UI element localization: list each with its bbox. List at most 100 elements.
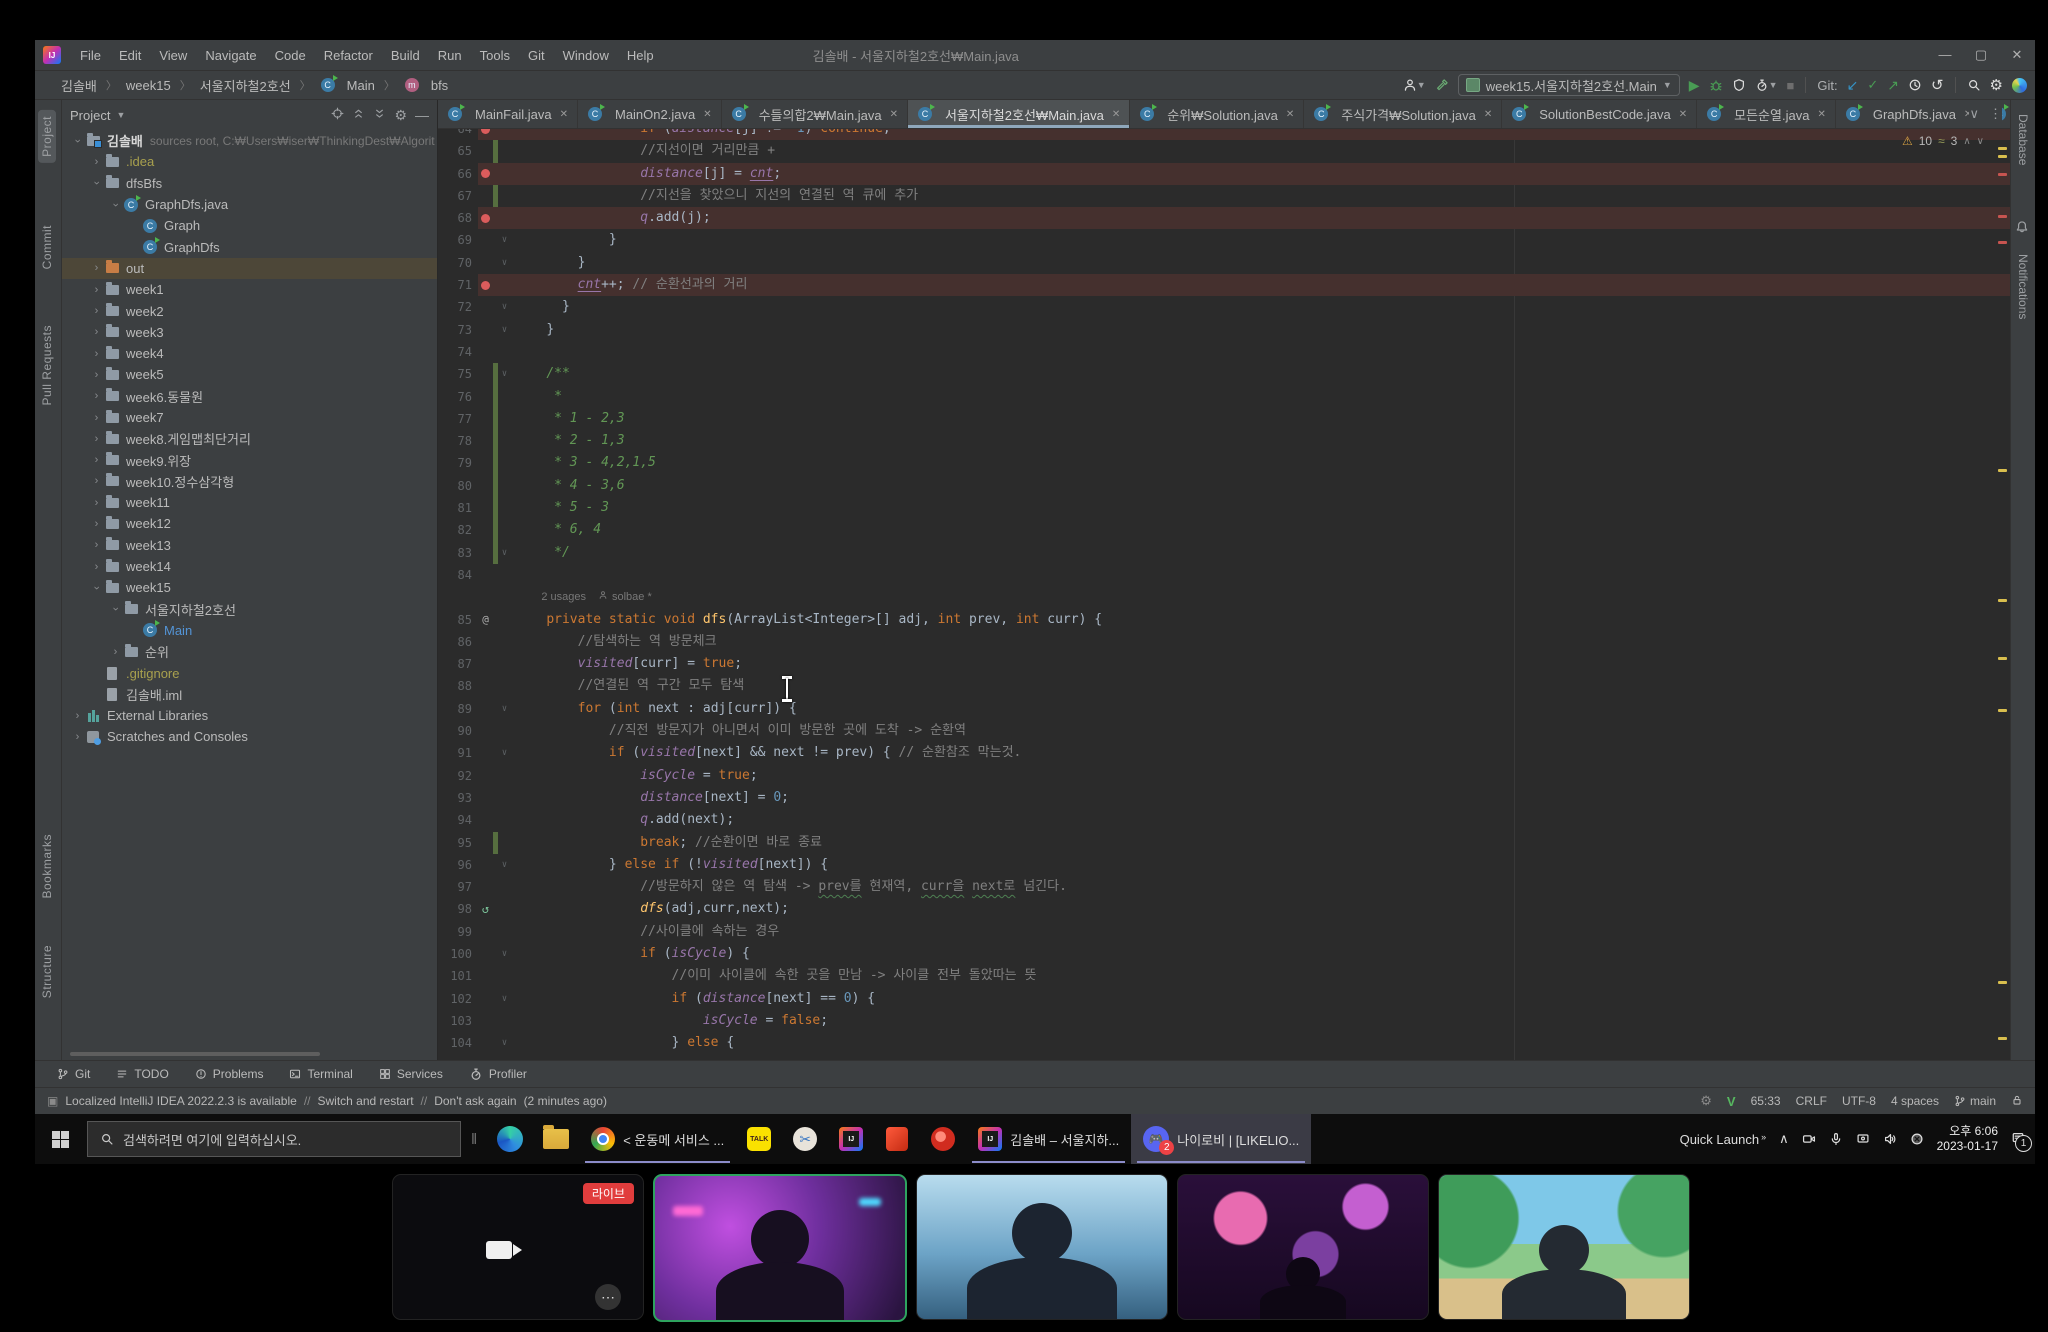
code-line[interactable]: 74 xyxy=(438,341,2010,363)
taskbar-snip-icon[interactable]: ✂ xyxy=(782,1114,828,1164)
line-separator[interactable]: CRLF xyxy=(1796,1094,1827,1108)
fold-icon[interactable] xyxy=(498,207,511,229)
editor-tab[interactable]: CSolutionBestCode.java✕ xyxy=(1502,100,1697,128)
fold-icon[interactable] xyxy=(498,430,511,452)
breadcrumb-item[interactable]: 김솔배 xyxy=(61,76,97,95)
breakpoint-icon[interactable] xyxy=(481,169,490,178)
gutter-icons[interactable] xyxy=(478,742,493,764)
tree-chevron-icon[interactable]: › xyxy=(91,580,103,595)
code-line[interactable]: 88 //연결된 역 구간 모두 탐색 xyxy=(438,675,2010,697)
tree-chevron-icon[interactable]: › xyxy=(72,133,84,148)
typo-count[interactable]: 3 xyxy=(1951,134,1958,148)
gutter-icons[interactable] xyxy=(478,386,493,408)
gutter-icons[interactable] xyxy=(478,653,493,675)
tree-chevron-icon[interactable]: › xyxy=(89,561,104,573)
gutter-icons[interactable]: ↺ xyxy=(478,898,493,920)
code-line[interactable]: 99 //사이클에 속하는 경우 xyxy=(438,921,2010,943)
line-number[interactable]: 79 xyxy=(438,452,478,474)
tree-item[interactable]: ›김솔배sources root, C:₩Users₩iser₩Thinking… xyxy=(62,130,437,151)
line-number[interactable]: 65 xyxy=(438,140,478,162)
code-line[interactable]: 72∨ } xyxy=(438,296,2010,318)
code-line[interactable]: 82 * 6, 4 xyxy=(438,519,2010,541)
gutter-icons[interactable] xyxy=(478,185,493,207)
tab-close-icon[interactable]: ✕ xyxy=(703,109,711,120)
line-number[interactable]: 86 xyxy=(438,631,478,653)
fold-icon[interactable] xyxy=(498,341,511,363)
gutter-icons[interactable] xyxy=(478,452,493,474)
gutter-icons[interactable] xyxy=(478,341,493,363)
gutter-icons[interactable] xyxy=(478,876,493,898)
line-number[interactable]: 99 xyxy=(438,921,478,943)
screen-share-thumbnail[interactable]: 라이브⋯ xyxy=(392,1174,644,1320)
breadcrumb-item[interactable]: 서울지하철2호선 xyxy=(200,76,291,95)
code-line[interactable]: 68 q.add(j); xyxy=(438,207,2010,229)
line-number[interactable]: 96 xyxy=(438,854,478,876)
action-center-icon[interactable]: 1 xyxy=(2011,1131,2025,1148)
line-number[interactable]: 77 xyxy=(438,408,478,430)
code-line[interactable]: 90 //직전 방문지가 아니면서 이미 방문한 곳에 도착 -> 순환역 xyxy=(438,720,2010,742)
gutter-icons[interactable] xyxy=(478,207,493,229)
run-configuration-select[interactable]: week15.서울지하철2호선.Main▼ xyxy=(1458,74,1680,96)
code-line[interactable]: 64 if (distance[j] != -1) continue; xyxy=(438,129,2010,140)
code-line[interactable]: 103 isCycle = false; xyxy=(438,1010,2010,1032)
code-line[interactable]: 76 * xyxy=(438,386,2010,408)
webcam-thumbnail[interactable] xyxy=(1177,1174,1429,1320)
tab-close-icon[interactable]: ✕ xyxy=(1286,109,1294,120)
taskbar-intellij-window[interactable]: IJ김솔배 – 서울지하... xyxy=(966,1114,1131,1164)
tree-chevron-icon[interactable]: › xyxy=(70,731,85,743)
tree-chevron-icon[interactable]: › xyxy=(89,305,104,317)
tree-chevron-icon[interactable]: › xyxy=(89,433,104,445)
line-number[interactable]: 78 xyxy=(438,430,478,452)
fold-icon[interactable] xyxy=(498,163,511,185)
editor-tab[interactable]: C주식가격₩Solution.java✕ xyxy=(1304,100,1502,128)
breadcrumb-item[interactable]: week15 xyxy=(126,78,171,93)
error-stripe-mark[interactable] xyxy=(1998,469,2007,472)
fold-icon[interactable] xyxy=(498,129,511,140)
gutter-icons[interactable] xyxy=(478,363,493,385)
tree-chevron-icon[interactable]: › xyxy=(91,176,103,191)
gutter-icons[interactable] xyxy=(478,274,493,296)
code-line[interactable]: 104∨ } else { xyxy=(438,1032,2010,1054)
fold-icon[interactable] xyxy=(498,965,511,987)
line-number[interactable]: 84 xyxy=(438,564,478,586)
quick-launch-toolbar[interactable]: Quick Launch» xyxy=(1680,1132,1767,1147)
editor-tab[interactable]: C서울지하철2호선₩Main.java✕ xyxy=(908,100,1130,128)
line-number[interactable]: 88 xyxy=(438,675,478,697)
tree-item[interactable]: ›week8.게임맵최단거리 xyxy=(62,428,437,449)
fold-icon[interactable] xyxy=(498,765,511,787)
gutter-icons[interactable] xyxy=(478,430,493,452)
tree-item[interactable]: ›week12 xyxy=(62,513,437,534)
code-line[interactable]: 65 //지선이면 거리만큼 + xyxy=(438,140,2010,162)
tree-chevron-icon[interactable]: › xyxy=(89,326,104,338)
toolwindow-services[interactable]: Services xyxy=(379,1067,443,1081)
line-number[interactable]: 103 xyxy=(438,1010,478,1032)
gutter-icons[interactable] xyxy=(478,475,493,497)
tree-item[interactable]: ›순위 xyxy=(62,641,437,662)
tab-close-icon[interactable]: ✕ xyxy=(1679,109,1687,120)
stop-button[interactable]: ■ xyxy=(1787,78,1795,93)
line-number[interactable]: 82 xyxy=(438,519,478,541)
menu-view[interactable]: View xyxy=(150,48,196,63)
fold-icon[interactable]: ∨ xyxy=(498,943,511,965)
next-problem-icon[interactable]: ∨ xyxy=(1977,136,1984,147)
gutter-icons[interactable] xyxy=(478,1010,493,1032)
tree-item[interactable]: .gitignore xyxy=(62,662,437,683)
fold-icon[interactable] xyxy=(498,787,511,809)
fold-icon[interactable] xyxy=(498,631,511,653)
code-line[interactable]: 98↺ dfs(adj,curr,next); xyxy=(438,898,2010,920)
tray-volume-icon[interactable] xyxy=(1883,1132,1897,1146)
git-branch-widget[interactable]: main xyxy=(1954,1094,1996,1108)
line-number[interactable]: 92 xyxy=(438,765,478,787)
code-line[interactable]: 89∨ for (int next : adj[curr]) { xyxy=(438,698,2010,720)
error-stripe-mark[interactable] xyxy=(1998,215,2007,218)
menu-edit[interactable]: Edit xyxy=(110,48,150,63)
taskbar-search-input[interactable]: 검색하려면 여기에 입력하십시오. xyxy=(87,1121,461,1157)
menu-window[interactable]: Window xyxy=(554,48,618,63)
code-line[interactable]: 92 isCycle = true; xyxy=(438,765,2010,787)
line-number[interactable]: 81 xyxy=(438,497,478,519)
tree-chevron-icon[interactable]: › xyxy=(110,602,122,617)
gutter-icons[interactable] xyxy=(478,129,493,140)
error-stripe-mark[interactable] xyxy=(1998,657,2007,660)
tree-chevron-icon[interactable]: › xyxy=(89,475,104,487)
breakpoint-icon[interactable] xyxy=(481,281,490,290)
